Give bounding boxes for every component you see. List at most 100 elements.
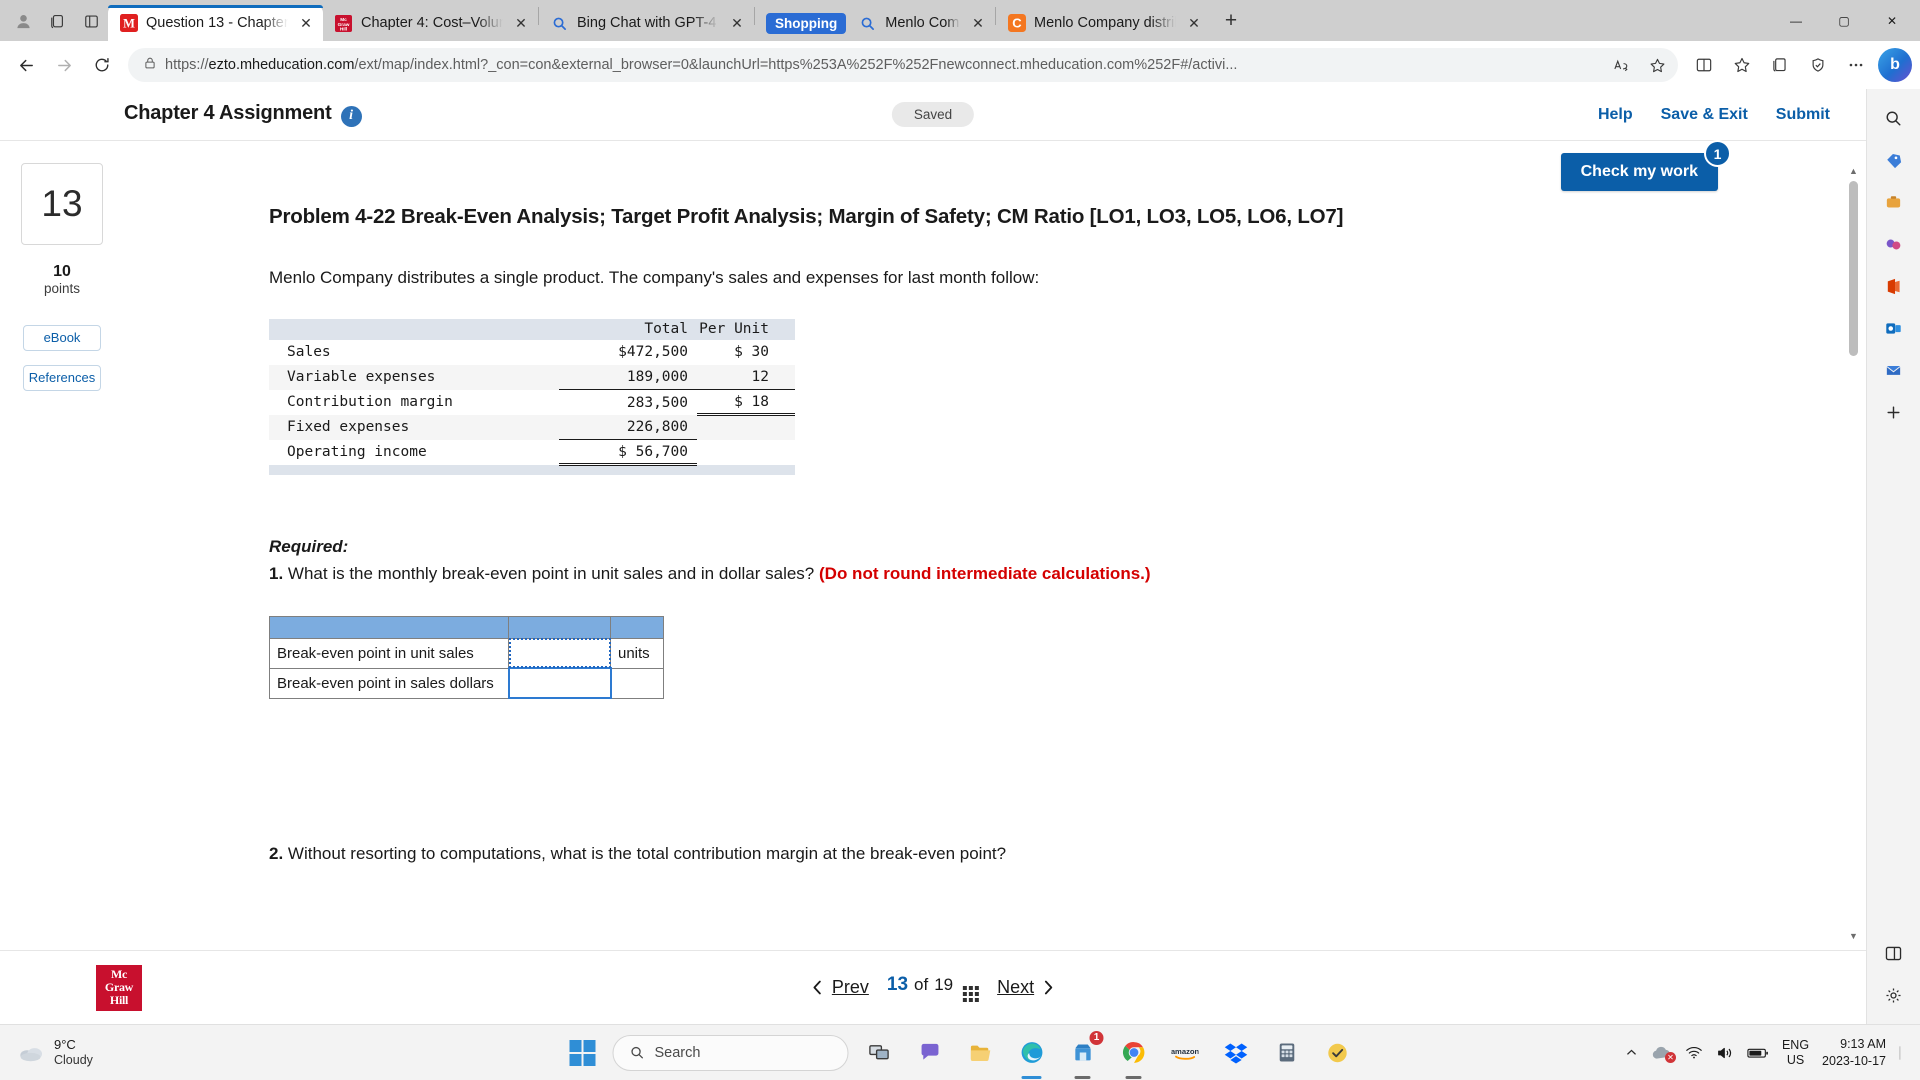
- messenger-icon[interactable]: [1875, 351, 1913, 389]
- scroll-up-icon[interactable]: ▲: [1847, 163, 1860, 179]
- svg-text:amazon: amazon: [1171, 1046, 1198, 1055]
- language-indicator[interactable]: ENG US: [1782, 1038, 1809, 1067]
- mcgraw-hill-logo: Mc Graw Hill: [96, 964, 142, 1011]
- microsoft365-icon[interactable]: [1875, 267, 1913, 305]
- clock-time: 9:13 AM: [1840, 1037, 1886, 1052]
- taskbar-weather[interactable]: 9°C Cloudy: [0, 1037, 310, 1068]
- edge-browser-window: M Question 13 - Chapter 4 Assig ✕ McGraw…: [0, 0, 1920, 1080]
- total-pages: 19: [934, 974, 954, 994]
- start-button[interactable]: [562, 1032, 604, 1074]
- onedrive-sync-error-icon[interactable]: ✕: [1651, 1045, 1676, 1063]
- break-even-dollars-input[interactable]: [507, 667, 612, 700]
- vertical-tabs-icon[interactable]: [74, 4, 108, 38]
- chevron-right-icon: [1045, 980, 1053, 995]
- new-tab-button[interactable]: +: [1215, 5, 1247, 37]
- close-tab-icon[interactable]: ✕: [296, 13, 316, 33]
- points-label: points: [43, 281, 81, 297]
- break-even-units-input[interactable]: [508, 637, 611, 669]
- browser-tab-4[interactable]: C Menlo Company distributes a ✕: [996, 5, 1211, 41]
- google-chrome-icon[interactable]: [1113, 1032, 1155, 1074]
- save-and-exit-link[interactable]: Save & Exit: [1661, 106, 1748, 124]
- search-icon[interactable]: [1875, 99, 1913, 137]
- row-total: 189,000: [559, 364, 697, 391]
- read-aloud-icon[interactable]: [1607, 51, 1635, 79]
- add-icon[interactable]: [1875, 393, 1913, 431]
- taskbar-clock[interactable]: 9:13 AM 2023-10-17: [1822, 1036, 1886, 1069]
- exhibit-footer-bar: [269, 464, 795, 475]
- browser-tab-0[interactable]: M Question 13 - Chapter 4 Assig ✕: [108, 5, 323, 41]
- question-rail: 13 10 points eBook References: [0, 141, 124, 950]
- question-grid-icon[interactable]: [963, 985, 980, 1002]
- check-my-work-button[interactable]: Check my work: [1560, 153, 1718, 191]
- svg-text:Hill: Hill: [340, 26, 347, 32]
- collections-icon[interactable]: [1762, 47, 1798, 83]
- split-screen-icon[interactable]: [1686, 47, 1722, 83]
- file-explorer-icon[interactable]: [960, 1032, 1002, 1074]
- games-icon[interactable]: [1875, 225, 1913, 263]
- split-screen-icon[interactable]: [1875, 934, 1913, 972]
- calculator-icon[interactable]: [1266, 1032, 1308, 1074]
- battery-icon[interactable]: [1747, 1046, 1769, 1060]
- browser-tab-1[interactable]: McGrawHill Chapter 4: Cost–Volume–Profi …: [323, 5, 538, 41]
- notification-bell-icon[interactable]: [1899, 1045, 1904, 1061]
- browser-tab-2[interactable]: Bing Chat with GPT-4 ✕: [539, 5, 754, 41]
- task-view-icon[interactable]: [858, 1032, 900, 1074]
- exhibit-header-row: Total Per Unit: [269, 318, 795, 340]
- check-my-work-badge: 1: [1704, 140, 1731, 167]
- header-actions: Help Save & Exit Submit: [1598, 106, 1830, 124]
- copilot-bing-icon[interactable]: b: [1878, 48, 1912, 82]
- maximize-button[interactable]: ▢: [1820, 0, 1868, 41]
- check-my-work-wrap: Check my work 1: [1560, 140, 1731, 191]
- references-button[interactable]: References: [23, 364, 101, 391]
- address-bar[interactable]: https://ezto.mheducation.com/ext/map/ind…: [128, 48, 1678, 82]
- mcgrawhill-m-icon: M: [119, 14, 138, 33]
- settings-gear-icon[interactable]: [1875, 976, 1913, 1014]
- browser-tab-3[interactable]: Shopping Menlo Company distributes a ✕: [755, 5, 995, 41]
- question-2-number: 2.: [269, 844, 284, 864]
- language-line-2: US: [1786, 1052, 1805, 1067]
- tab-collections-icon[interactable]: [40, 4, 74, 38]
- minimize-button[interactable]: —: [1772, 0, 1820, 41]
- weather-widget[interactable]: 9°C Cloudy: [18, 1037, 93, 1068]
- browser-essentials-icon[interactable]: [1800, 47, 1836, 83]
- forward-button[interactable]: [46, 47, 82, 83]
- tab-title: Question 13 - Chapter 4 Assig: [146, 15, 288, 31]
- volume-icon[interactable]: [1716, 1045, 1734, 1061]
- favorites-icon[interactable]: [1724, 47, 1760, 83]
- close-tab-icon[interactable]: ✕: [511, 13, 531, 33]
- help-link[interactable]: Help: [1598, 106, 1633, 124]
- back-button[interactable]: [8, 47, 44, 83]
- show-hidden-icons-chevron[interactable]: [1625, 1046, 1638, 1059]
- favorite-star-icon[interactable]: [1643, 51, 1671, 79]
- settings-more-icon[interactable]: [1838, 47, 1874, 83]
- outlook-icon[interactable]: [1875, 309, 1913, 347]
- wifi-icon[interactable]: [1685, 1045, 1703, 1060]
- microsoft-store-icon[interactable]: 1: [1062, 1029, 1105, 1074]
- prev-question-button[interactable]: Prev: [811, 977, 869, 998]
- profile-avatar-icon[interactable]: [6, 4, 40, 38]
- scrollbar-thumb[interactable]: [1849, 181, 1858, 356]
- close-tab-icon[interactable]: ✕: [727, 13, 747, 33]
- window-controls: — ▢ ✕: [1772, 0, 1916, 41]
- reload-button[interactable]: [84, 47, 120, 83]
- problem-intro: Menlo Company distributes a single produ…: [269, 268, 1040, 288]
- chat-teams-icon[interactable]: [909, 1032, 951, 1074]
- taskbar-apps: Search 1 amazon: [562, 1029, 1359, 1074]
- dropbox-icon[interactable]: [1215, 1032, 1257, 1074]
- content-scrollbar[interactable]: ▲ ▼: [1847, 163, 1860, 944]
- submit-link[interactable]: Submit: [1776, 106, 1830, 124]
- shopping-badge[interactable]: Shopping: [766, 12, 847, 34]
- close-tab-icon[interactable]: ✕: [968, 13, 988, 33]
- amazon-icon[interactable]: amazon: [1164, 1032, 1206, 1074]
- close-tab-icon[interactable]: ✕: [1184, 13, 1204, 33]
- todo-check-icon[interactable]: [1317, 1032, 1359, 1074]
- next-question-button[interactable]: Next: [997, 977, 1055, 998]
- info-icon[interactable]: i: [340, 105, 362, 127]
- microsoft-edge-icon[interactable]: [1011, 1032, 1053, 1074]
- ebook-button[interactable]: eBook: [23, 324, 101, 351]
- tools-icon[interactable]: [1875, 183, 1913, 221]
- taskbar-search-box[interactable]: Search: [612, 1034, 849, 1071]
- scroll-down-icon[interactable]: ▼: [1847, 928, 1860, 944]
- shopping-tag-icon[interactable]: [1875, 141, 1913, 179]
- close-window-button[interactable]: ✕: [1868, 0, 1916, 41]
